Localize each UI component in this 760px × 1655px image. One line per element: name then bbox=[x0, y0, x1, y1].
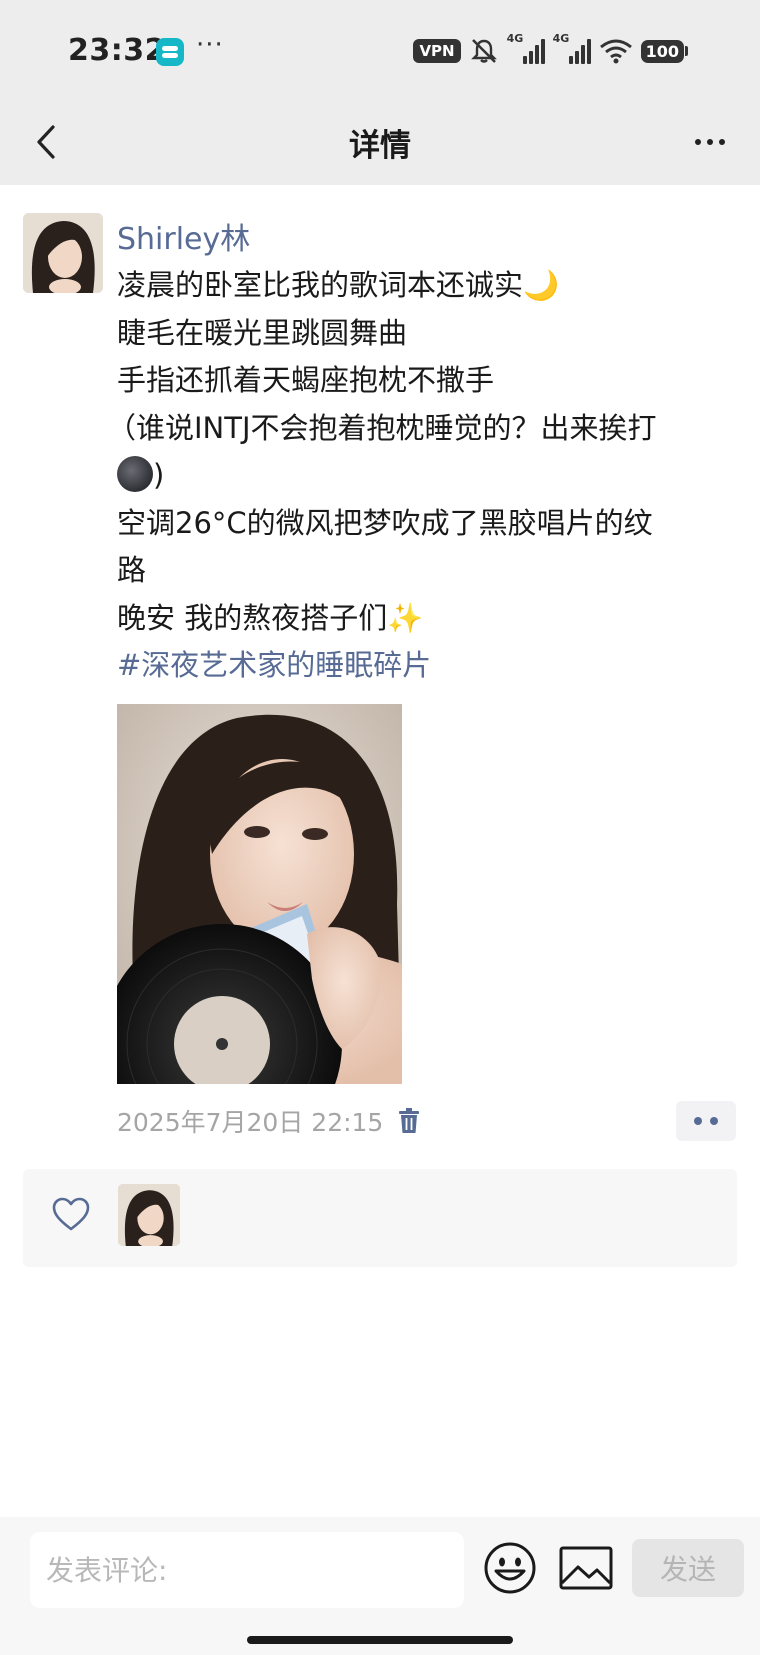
send-button[interactable]: 发送 bbox=[632, 1539, 744, 1597]
mute-icon bbox=[470, 39, 497, 63]
more-options-button[interactable] bbox=[682, 118, 738, 166]
network-label-2: 4G bbox=[552, 32, 570, 45]
likes-panel bbox=[23, 1169, 737, 1267]
sparkles-emoji: ✨ bbox=[387, 600, 424, 635]
status-indicators: VPN 4G 4G 100 bbox=[413, 32, 688, 66]
post-timestamp: 2025年7月20日 22:15 bbox=[117, 1108, 384, 1137]
liker-avatar-portrait bbox=[118, 1184, 180, 1246]
post-line-2: 睫毛在暖光里跳圆舞曲 bbox=[117, 315, 408, 350]
post-content: 凌晨的卧室比我的歌词本还诚实🌙 睫毛在暖光里跳圆舞曲 手指还抓着天蝎座抱枕不撒手… bbox=[107, 262, 737, 690]
photo-portrait-vinyl bbox=[117, 704, 402, 1084]
vpn-badge: VPN bbox=[413, 39, 461, 63]
smiley-icon[interactable] bbox=[483, 1541, 537, 1595]
post-line-3: 手指还抓着天蝎座抱枕不撒手 bbox=[117, 363, 495, 397]
status-time: 23:32 bbox=[68, 33, 166, 68]
signal-icon-2: 4G bbox=[553, 32, 591, 64]
heart-outline-icon bbox=[52, 1197, 90, 1231]
post-line-6: 空调26°C的微风把梦吹成了黑胶唱片的纹 bbox=[117, 505, 653, 540]
wifi-icon bbox=[599, 39, 632, 64]
post-photo[interactable] bbox=[117, 704, 402, 1084]
post-line-1: 凌晨的卧室比我的歌词本还诚实🌙 bbox=[117, 262, 737, 310]
crescent-moon-emoji: 🌙 bbox=[523, 268, 560, 302]
nav-bar: 详情 bbox=[0, 100, 760, 185]
signal-icon-1: 4G bbox=[507, 32, 545, 64]
trash-icon bbox=[399, 1108, 420, 1133]
status-bar: 23:32 ··· VPN 4G 4G 100 bbox=[0, 0, 760, 100]
image-icon[interactable] bbox=[558, 1543, 614, 1593]
post-line-7: 路 bbox=[117, 553, 147, 587]
post-line-8: 晚安 我的熬夜搭子们✨ bbox=[117, 595, 737, 643]
status-more-dots: ··· bbox=[196, 30, 224, 60]
author-name[interactable]: Shirley林 bbox=[117, 214, 250, 258]
comment-input[interactable] bbox=[30, 1532, 464, 1608]
network-label-1: 4G bbox=[506, 32, 524, 45]
post-line-4: （谁说INTJ不会抱着抱枕睡觉的？出来挨打 bbox=[107, 410, 657, 445]
post-action-button[interactable] bbox=[676, 1101, 736, 1141]
battery-level: 100 bbox=[640, 39, 684, 63]
comment-bar: 发送 bbox=[0, 1517, 760, 1655]
battery-icon: 100 bbox=[640, 39, 688, 63]
post-line-5: ) bbox=[117, 452, 737, 500]
liker-avatar[interactable] bbox=[118, 1184, 180, 1246]
avatar-portrait bbox=[23, 213, 103, 293]
author-avatar[interactable] bbox=[23, 213, 103, 293]
post-meta: 2025年7月20日 22:15 bbox=[117, 1104, 423, 1138]
two-dots-icon bbox=[694, 1117, 702, 1125]
app-notification-icon bbox=[156, 38, 184, 66]
home-indicator[interactable] bbox=[247, 1636, 513, 1644]
more-horizontal-icon bbox=[695, 139, 701, 145]
delete-button[interactable] bbox=[395, 1106, 423, 1136]
new-moon-face-emoji bbox=[117, 456, 153, 492]
post-hashtag[interactable]: #深夜艺术家的睡眠碎片 bbox=[117, 642, 737, 690]
page-title: 详情 bbox=[349, 128, 411, 164]
